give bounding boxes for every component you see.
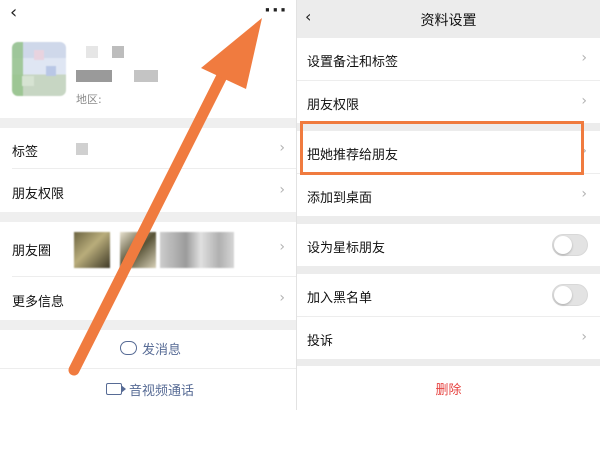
send-message-label: 发消息	[142, 343, 182, 358]
row-more-info-label: 更多信息	[12, 295, 65, 310]
chevron-right-icon: ›	[581, 50, 587, 66]
blurred-nickname	[112, 46, 124, 58]
row-more-info[interactable]: 更多信息 ›	[0, 280, 297, 318]
video-camera-icon	[106, 383, 126, 395]
blurred-tag	[76, 143, 88, 155]
row-divider	[12, 168, 297, 169]
row-label: 设置备注和标签	[307, 55, 399, 70]
star-friend-toggle[interactable]	[552, 234, 588, 256]
row-label: 朋友权限	[307, 98, 360, 113]
chevron-right-icon: ›	[581, 329, 587, 345]
blurred-nickname	[86, 46, 98, 58]
chevron-right-icon: ›	[279, 290, 285, 306]
row-report[interactable]: 投诉 ›	[297, 317, 600, 359]
row-label: 设为星标朋友	[307, 241, 386, 256]
chevron-right-icon: ›	[581, 186, 587, 202]
more-options-icon[interactable]: ···	[264, 0, 288, 21]
back-icon[interactable]: ‹	[10, 2, 17, 23]
moments-photo-thumbnail[interactable]	[160, 232, 234, 268]
region-label: 地区:	[76, 93, 102, 106]
bottom-margin	[0, 410, 600, 450]
chevron-right-icon: ›	[279, 182, 285, 198]
row-tags[interactable]: 标签 ›	[0, 130, 297, 168]
row-recommend-to-friend[interactable]: 把她推荐给朋友 ›	[297, 131, 600, 173]
section-divider	[0, 212, 297, 222]
blurred-wechat-id	[134, 70, 158, 82]
chevron-right-icon: ›	[581, 143, 587, 159]
row-tags-label: 标签	[12, 145, 39, 160]
moments-photo-thumbnail[interactable]	[120, 232, 156, 268]
chevron-right-icon: ›	[279, 239, 285, 255]
profile-top-bar: ‹ ···	[0, 0, 297, 30]
row-friend-permissions[interactable]: 朋友权限 ›	[0, 172, 297, 210]
row-divider	[12, 276, 297, 277]
chat-bubble-icon	[120, 341, 137, 355]
blacklist-toggle[interactable]	[552, 284, 588, 306]
settings-header: ‹ 资料设置	[297, 0, 600, 38]
moments-photo-thumbnail[interactable]	[74, 232, 110, 268]
row-friend-permissions-label: 朋友权限	[12, 187, 65, 202]
row-label: 添加到桌面	[307, 191, 373, 206]
section-divider	[0, 118, 297, 128]
delete-button[interactable]: 删除	[297, 366, 600, 410]
video-call-label: 音视频通话	[129, 384, 195, 399]
video-call-button[interactable]: 音视频通话	[0, 369, 297, 409]
chevron-right-icon: ›	[279, 140, 285, 156]
row-blacklist: 加入黑名单	[297, 274, 600, 316]
row-add-to-desktop[interactable]: 添加到桌面 ›	[297, 174, 600, 216]
row-label: 加入黑名单	[307, 291, 373, 306]
send-message-button[interactable]: 发消息	[0, 328, 297, 368]
row-friend-permissions[interactable]: 朋友权限 ›	[297, 81, 600, 123]
chevron-right-icon: ›	[581, 93, 587, 109]
avatar[interactable]	[12, 42, 66, 96]
page-title: 资料设置	[420, 13, 477, 29]
contact-profile-screen: ‹ ··· 地区: 标签 › 朋友权限 › 朋友圈 › 更多信息 › 发消息 音…	[0, 0, 297, 410]
row-star-friend: 设为星标朋友	[297, 224, 600, 266]
row-label: 投诉	[307, 334, 334, 349]
profile-settings-screen: ‹ 资料设置 设置备注和标签 › 朋友权限 › 把她推荐给朋友 › 添加到桌面 …	[297, 0, 600, 410]
blurred-wechat-id	[76, 70, 112, 82]
row-moments-label: 朋友圈	[12, 244, 52, 259]
row-label: 把她推荐给朋友	[307, 148, 399, 163]
delete-label: 删除	[435, 383, 462, 398]
row-set-remark-and-tags[interactable]: 设置备注和标签 ›	[297, 38, 600, 80]
